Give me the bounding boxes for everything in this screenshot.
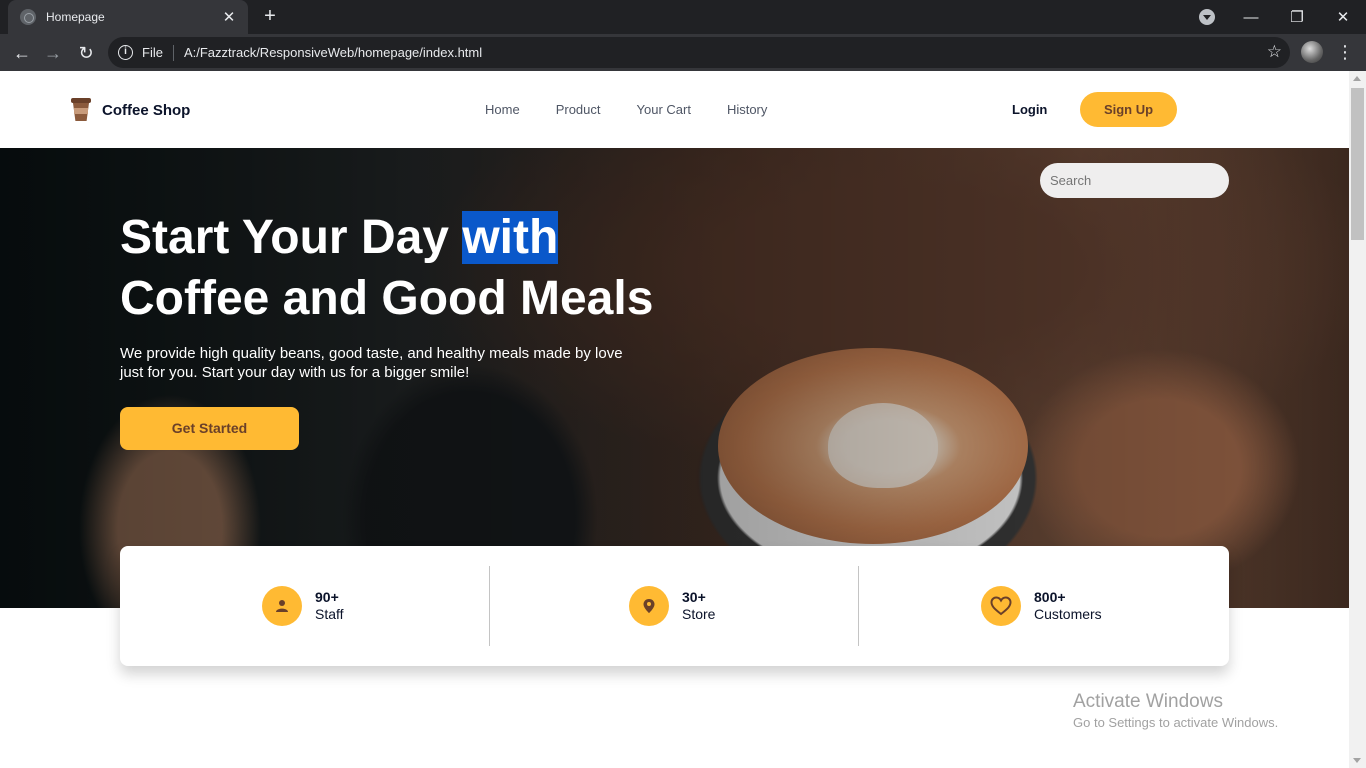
omnibox-divider (172, 44, 174, 61)
stat-label: Customers (1034, 606, 1102, 622)
nav-product[interactable]: Product (556, 102, 601, 117)
browser-tab-strip: Homepage ✕ + — ❐ ✕ (0, 0, 1366, 34)
nav-your-cart[interactable]: Your Cart (637, 102, 691, 117)
hero-headline: Start Your Day with Coffee and Good Meal… (120, 207, 740, 329)
hero-subtitle: We provide high quality beans, good tast… (120, 345, 623, 381)
info-icon[interactable]: i (118, 45, 133, 60)
stat-value: 90+ (315, 589, 339, 605)
profile-avatar[interactable] (1301, 41, 1323, 63)
forward-arrow-icon[interactable]: → (40, 40, 66, 66)
stat-label: Staff (315, 606, 344, 622)
back-arrow-icon[interactable]: ← (9, 40, 35, 66)
browser-toolbar: ← → ↻ i File A:/Fazztrack/ResponsiveWeb/… (0, 34, 1366, 71)
stat-divider (489, 566, 490, 646)
coffee-cup-icon (70, 98, 92, 122)
location-pin-icon (629, 586, 669, 626)
nav-home[interactable]: Home (485, 102, 520, 117)
search-input[interactable] (1040, 163, 1229, 198)
hero-section: Start Your Day with Coffee and Good Meal… (0, 148, 1349, 608)
site-header: Coffee Shop Home Product Your Cart Histo… (0, 71, 1349, 148)
tab-title: Homepage (46, 10, 105, 24)
url-text[interactable]: A:/Fazztrack/ResponsiveWeb/homepage/inde… (184, 45, 482, 60)
main-nav: Home Product Your Cart History (485, 102, 803, 117)
scroll-down-arrow-icon[interactable] (1353, 758, 1361, 763)
stat-customers: 800+ Customers (981, 546, 1102, 666)
signup-button[interactable]: Sign Up (1080, 92, 1177, 127)
stat-value: 800+ (1034, 589, 1066, 605)
watermark-subtitle: Go to Settings to activate Windows. (1073, 715, 1279, 730)
bookmark-star-icon[interactable]: ☆ (1267, 42, 1282, 62)
scrollbar-thumb[interactable] (1351, 88, 1364, 240)
brand-logo[interactable]: Coffee Shop (70, 98, 190, 122)
address-bar[interactable]: i File A:/Fazztrack/ResponsiveWeb/homepa… (108, 37, 1290, 68)
stats-card: 90+ Staff 30+ Store 800+ Customers (120, 546, 1229, 666)
scheme-label: File (142, 45, 163, 60)
brand-name: Coffee Shop (102, 101, 191, 119)
stat-divider (858, 566, 859, 646)
stat-label: Store (682, 606, 716, 622)
close-tab-icon[interactable]: ✕ (220, 8, 238, 26)
activate-windows-watermark: Activate Windows Go to Settings to activ… (1073, 691, 1278, 733)
new-tab-button[interactable]: + (258, 4, 282, 28)
headline-selected-text: with (462, 211, 559, 264)
menu-kebab-icon[interactable]: ⋮ (1336, 41, 1354, 63)
headline-part1: Start Your Day (120, 211, 463, 264)
close-window-button[interactable]: ✕ (1320, 8, 1366, 26)
page-scrollbar[interactable] (1349, 71, 1366, 768)
scroll-up-arrow-icon[interactable] (1353, 76, 1361, 81)
headline-part2: Coffee and Good Meals (120, 272, 654, 325)
restore-button[interactable]: ❐ (1274, 8, 1320, 26)
browser-tab[interactable]: Homepage ✕ (8, 0, 248, 34)
nav-history[interactable]: History (727, 102, 767, 117)
person-icon (262, 586, 302, 626)
window-controls: — ❐ ✕ (1228, 0, 1366, 34)
stat-store: 30+ Store (629, 546, 715, 666)
tab-search-icon[interactable] (1199, 9, 1215, 25)
web-page: Coffee Shop Home Product Your Cart Histo… (0, 71, 1349, 768)
heart-icon (981, 586, 1021, 626)
stat-staff: 90+ Staff (262, 546, 344, 666)
watermark-title: Activate Windows (1073, 691, 1223, 712)
get-started-button[interactable]: Get Started (120, 407, 299, 450)
globe-icon (20, 9, 36, 25)
minimize-button[interactable]: — (1228, 9, 1274, 26)
stat-value: 30+ (682, 589, 706, 605)
login-link[interactable]: Login (1012, 102, 1047, 117)
reload-icon[interactable]: ↻ (73, 40, 99, 66)
